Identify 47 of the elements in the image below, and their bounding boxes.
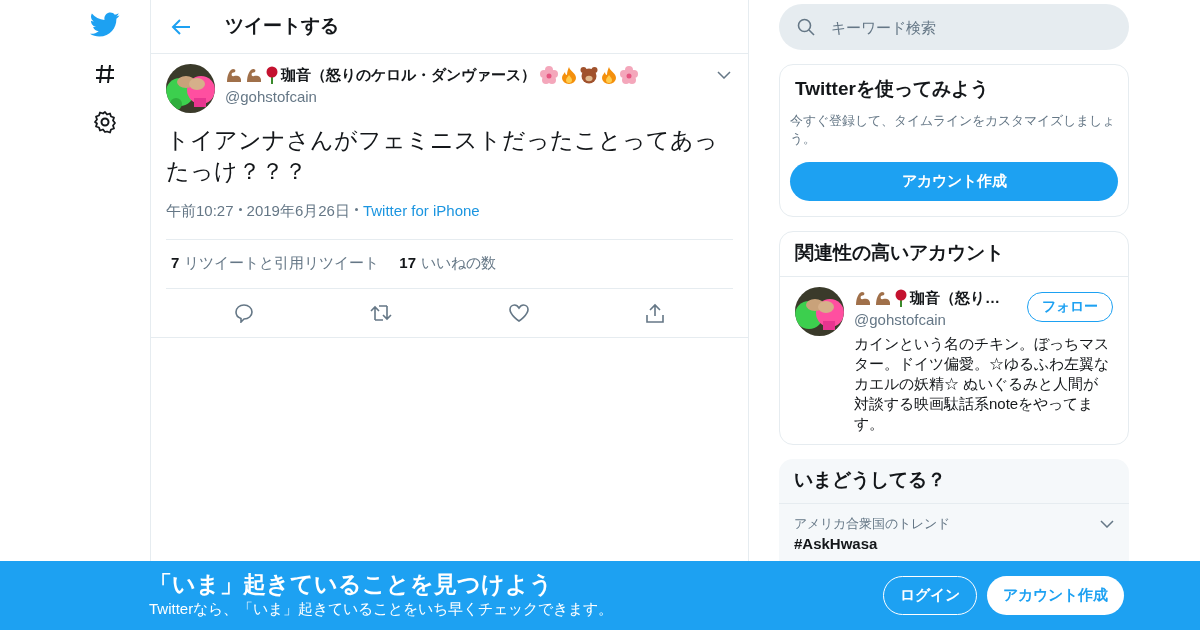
card-title: Twitterを使ってみよう — [794, 77, 990, 101]
banner-title: 「いま」起きていることを見つけよう — [149, 570, 554, 599]
card-title: いまどうしてる？ — [779, 458, 1129, 504]
card-title: 関連性の高いアカウント — [780, 231, 1128, 277]
tweet-text: トイアンナさんがフェミニストだったことってあったっけ？？？ — [166, 126, 719, 186]
heart-icon[interactable] — [508, 303, 529, 322]
flexed-arm-icon — [225, 66, 243, 84]
blossom-icon — [620, 66, 638, 84]
separator-dot-icon — [238, 207, 242, 211]
tweet-date[interactable]: 2019年6月26日 — [246, 200, 350, 223]
chevron-down-icon[interactable] — [1100, 519, 1114, 528]
share-icon[interactable] — [644, 302, 665, 323]
reply-icon[interactable] — [234, 302, 255, 323]
rose-icon — [894, 288, 908, 307]
chevron-down-icon[interactable] — [717, 71, 731, 79]
tweet-time[interactable]: 午前10:27 — [166, 200, 234, 223]
like-label[interactable]: いいねの数 — [421, 252, 497, 275]
signup-button[interactable]: アカウント作成 — [790, 161, 1118, 201]
fire-icon — [600, 66, 618, 84]
trend-context: アメリカ合衆国のトレンド — [794, 514, 951, 533]
like-count[interactable]: 17 — [399, 252, 417, 275]
separator-dot-icon — [354, 207, 358, 211]
banner-subtitle: Twitterなら、「いま」起きていることをいち早くチェックできます。 — [149, 599, 615, 620]
card-text: 今すぐ登録して、タイムラインをカスタマイズしましょう。 — [790, 111, 1116, 148]
search-field[interactable]: キーワード検索 — [779, 4, 1129, 50]
settings-icon[interactable] — [93, 110, 117, 134]
back-arrow-icon[interactable] — [171, 17, 191, 36]
display-name[interactable]: 珈音（怒りのケロル・ダンヴァース） — [281, 63, 536, 87]
bear-face-icon — [580, 66, 598, 84]
fire-icon — [560, 66, 578, 84]
trend-name[interactable]: #AskHwasa — [794, 533, 1100, 556]
user-handle[interactable]: @gohstofcain — [225, 86, 733, 109]
bird-icon[interactable] — [90, 12, 120, 38]
page-title: ツイートする — [225, 14, 339, 39]
account-name[interactable]: 珈音（怒り… — [910, 286, 1000, 309]
blossom-icon — [540, 66, 558, 84]
account-bio: カインという名のチキン。ぼっちマスター。ドイツ偏愛。☆ゆるふわ左翼なカエルの妖精☆ ぬいぐるみと人間が対談する映画駄話系noteをやってます。 — [854, 333, 1110, 434]
retweet-label[interactable]: リツイートと引用リツイート — [184, 252, 380, 275]
flexed-arm-icon — [245, 66, 263, 84]
search-icon — [797, 18, 815, 36]
rose-icon — [265, 66, 279, 84]
tweet-source-link[interactable]: Twitter for iPhone — [362, 200, 480, 223]
signup-button[interactable]: アカウント作成 — [987, 576, 1124, 615]
account-handle[interactable]: @gohstofcain — [854, 309, 1027, 332]
retweet-count[interactable]: 7 — [171, 252, 180, 275]
retweet-icon[interactable] — [370, 302, 393, 323]
hashtag-icon[interactable] — [93, 62, 117, 86]
